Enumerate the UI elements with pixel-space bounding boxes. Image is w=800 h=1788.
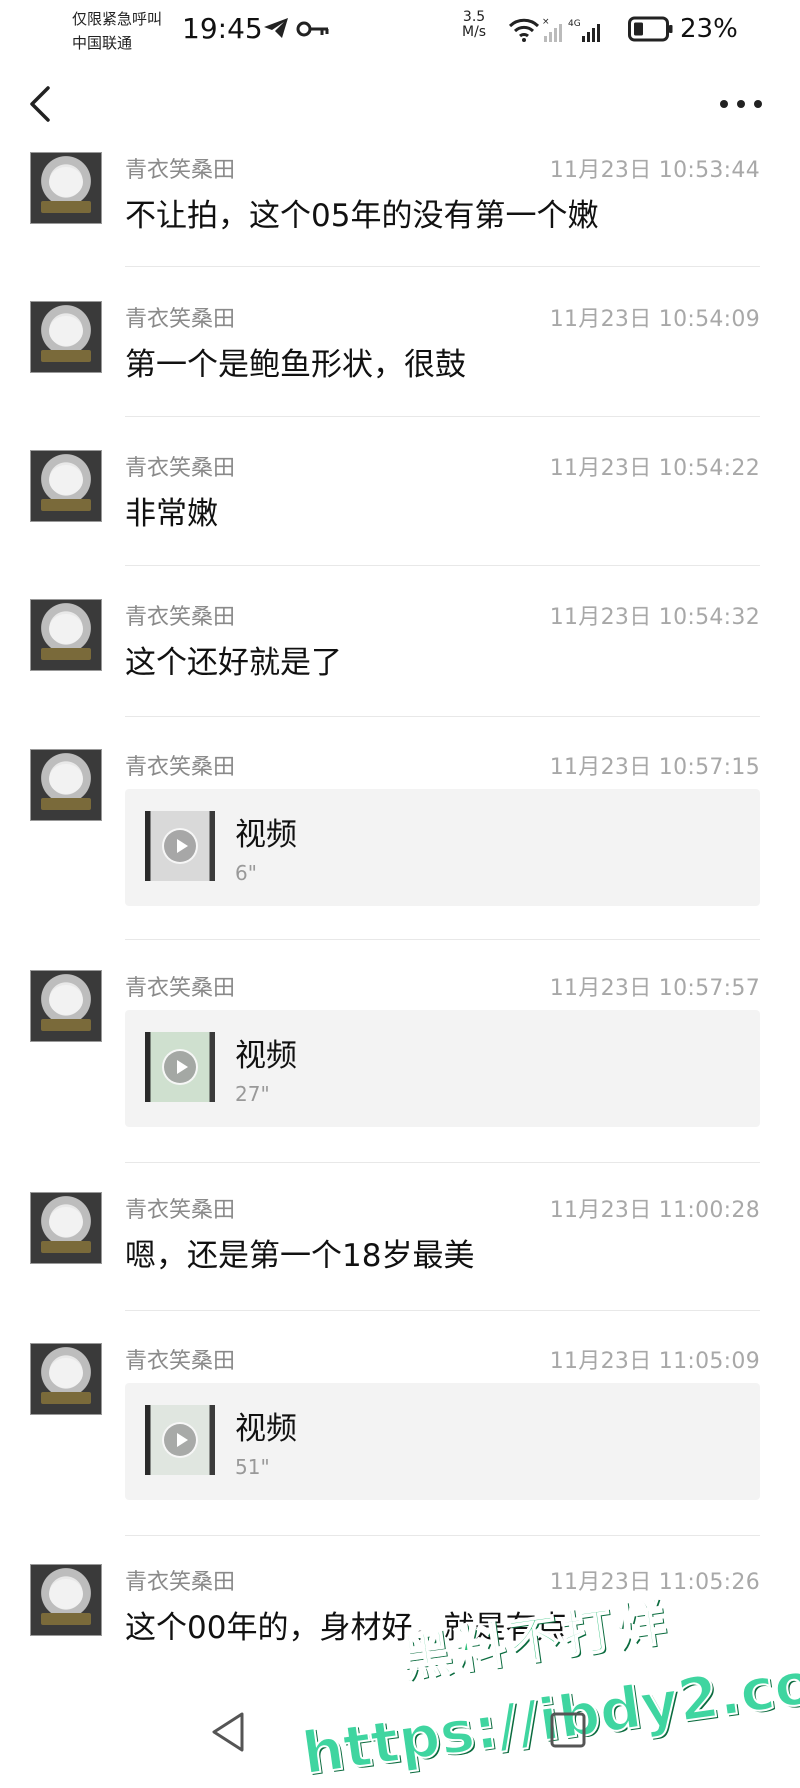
message-time: 11月23日 11:05:09 — [549, 1349, 760, 1374]
avatar[interactable] — [30, 152, 102, 224]
video-message[interactable]: 视频 27" — [125, 1010, 760, 1127]
message-time: 11月23日 10:57:57 — [549, 976, 760, 1001]
sender-name: 青衣笑桑田 — [125, 976, 236, 1001]
avatar[interactable] — [30, 970, 102, 1042]
4g-signal-icon: 4G — [568, 19, 600, 42]
net-speed-value: 3.5 — [462, 9, 486, 25]
message-item: 青衣笑桑田 11月23日 10:57:57 视频 27" — [0, 970, 800, 1165]
divider — [125, 1310, 760, 1311]
video-duration: 51" — [235, 1455, 270, 1479]
divider — [125, 1535, 760, 1536]
sender-name: 青衣笑桑田 — [125, 158, 236, 183]
video-duration: 27" — [235, 1082, 270, 1106]
svg-text:×: × — [542, 17, 550, 27]
message-text[interactable]: 嗯，还是第一个18岁最美 — [125, 1230, 474, 1275]
signal-icon: × — [542, 17, 562, 42]
message-time: 11月23日 10:53:44 — [549, 158, 760, 183]
message-time: 11月23日 10:54:32 — [549, 605, 760, 630]
play-icon — [162, 1422, 198, 1458]
video-thumbnail — [145, 1032, 215, 1102]
divider — [125, 416, 760, 417]
message-text[interactable]: 不让拍，这个05年的没有第一个嫩 — [125, 190, 598, 235]
message-text[interactable]: 第一个是鲍鱼形状，很鼓 — [125, 339, 466, 384]
sender-name: 青衣笑桑田 — [125, 307, 236, 332]
message-item: 青衣笑桑田 11月23日 10:53:44 不让拍，这个05年的没有第一个嫩 — [0, 152, 800, 272]
avatar[interactable] — [30, 301, 102, 373]
message-time: 11月23日 11:00:28 — [549, 1198, 760, 1223]
wifi-icon — [508, 18, 540, 42]
video-thumbnail — [145, 811, 215, 881]
battery-icon — [628, 16, 673, 42]
carrier-status: 仅限紧急呼叫 — [72, 10, 163, 28]
chevron-left-icon[interactable] — [22, 84, 62, 124]
divider — [125, 266, 760, 267]
video-label: 视频 — [235, 817, 297, 853]
net-speed: 3.5 M/s — [462, 10, 486, 40]
message-item: 青衣笑桑田 11月23日 10:54:09 第一个是鲍鱼形状，很鼓 — [0, 301, 800, 421]
battery-percent: 23% — [680, 14, 738, 44]
video-message[interactable]: 视频 6" — [125, 789, 760, 906]
signal-icons: × 4G — [508, 17, 600, 42]
divider — [125, 565, 760, 566]
message-text[interactable]: 非常嫩 — [125, 488, 218, 533]
avatar[interactable] — [30, 599, 102, 671]
message-time: 11月23日 10:54:09 — [549, 307, 760, 332]
message-item: 青衣笑桑田 11月23日 11:00:28 嗯，还是第一个18岁最美 — [0, 1192, 800, 1312]
divider — [125, 716, 760, 717]
avatar[interactable] — [30, 1343, 102, 1415]
sender-name: 青衣笑桑田 — [125, 755, 236, 780]
more-horizontal-icon[interactable] — [716, 92, 766, 116]
message-item: 青衣笑桑田 11月23日 10:54:22 非常嫩 — [0, 450, 800, 570]
video-message[interactable]: 视频 51" — [125, 1383, 760, 1500]
video-label: 视频 — [235, 1411, 297, 1447]
clock: 19:45 — [182, 12, 263, 45]
svg-text:4G: 4G — [568, 19, 581, 29]
message-item: 青衣笑桑田 11月23日 10:54:32 这个还好就是了 — [0, 599, 800, 719]
square-home-icon[interactable] — [548, 1710, 588, 1750]
sender-name: 青衣笑桑田 — [125, 605, 236, 630]
top-nav-bar — [0, 70, 800, 140]
play-icon — [162, 828, 198, 864]
triangle-back-icon[interactable] — [208, 1710, 248, 1754]
message-item: 青衣笑桑田 11月23日 10:57:15 视频 6" — [0, 749, 800, 944]
video-label: 视频 — [235, 1038, 297, 1074]
avatar[interactable] — [30, 1564, 102, 1636]
message-item: 青衣笑桑田 11月23日 11:05:09 视频 51" — [0, 1343, 800, 1538]
sender-name: 青衣笑桑田 — [125, 1198, 236, 1223]
message-time: 11月23日 10:57:15 — [549, 755, 760, 780]
divider — [125, 1162, 760, 1163]
play-icon — [162, 1049, 198, 1085]
carrier-name: 中国联通 — [72, 34, 133, 52]
net-speed-unit: M/s — [462, 24, 487, 40]
sender-name: 青衣笑桑田 — [125, 1570, 236, 1595]
telegram-icon — [264, 18, 288, 38]
sender-name: 青衣笑桑田 — [125, 1349, 236, 1374]
divider — [125, 939, 760, 940]
key-icon — [296, 21, 329, 37]
video-thumbnail — [145, 1405, 215, 1475]
video-duration: 6" — [235, 861, 257, 885]
avatar[interactable] — [30, 1192, 102, 1264]
system-nav-bar — [0, 1690, 800, 1777]
status-bar: 仅限紧急呼叫 中国联通 19:45 3.5 M/s × 4G 23% — [0, 0, 800, 60]
message-time: 11月23日 10:54:22 — [549, 456, 760, 481]
message-text[interactable]: 这个还好就是了 — [125, 637, 342, 682]
sender-name: 青衣笑桑田 — [125, 456, 236, 481]
avatar[interactable] — [30, 749, 102, 821]
avatar[interactable] — [30, 450, 102, 522]
